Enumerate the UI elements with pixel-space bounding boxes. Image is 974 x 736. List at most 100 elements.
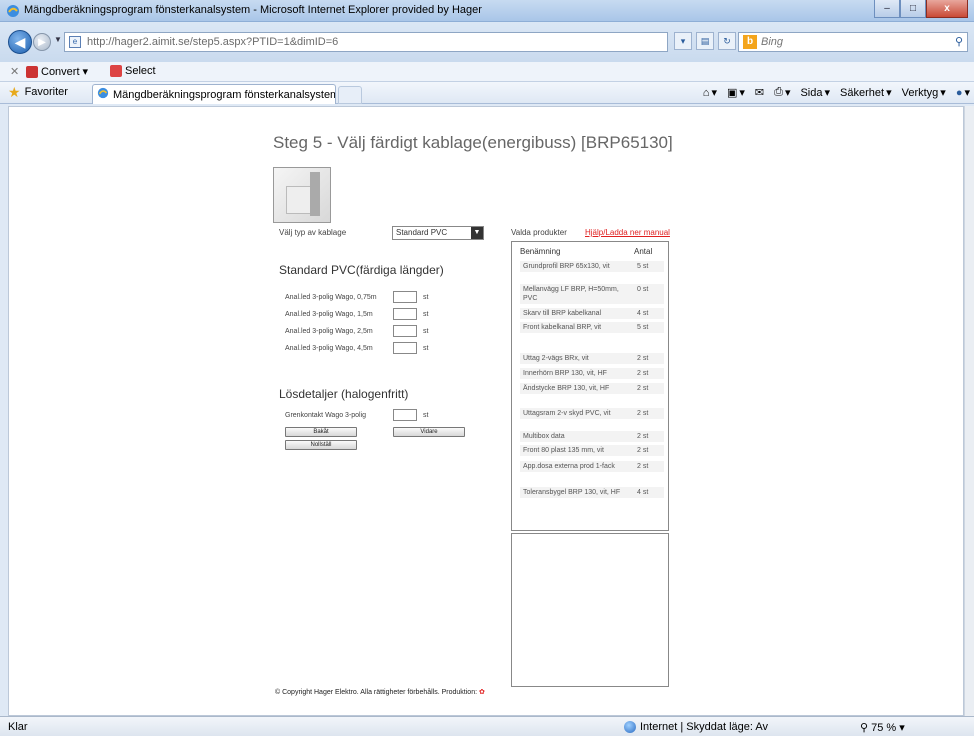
list-item: Front 80 plast 135 mm, vit 2 st [520,445,664,456]
cable-type-value: Standard PVC [396,228,448,237]
help-manual-link[interactable]: Hjälp/Ladda ner manual [585,228,670,237]
list-item-name: Ändstycke BRP 130, vit, HF [523,385,610,392]
new-tab-button[interactable] [338,86,362,104]
print-button[interactable]: ⎙ ▾ [774,86,790,99]
chevron-down-icon[interactable]: ▼ [471,227,483,239]
back-arrow-icon[interactable]: ◀ [8,30,32,54]
dropdown-icon[interactable]: ▾ [674,32,692,50]
minimize-button[interactable]: – [874,0,900,18]
list-item-name: Multibox data [523,433,565,440]
qty-row-label: Anal.led 3-polig Wago, 2,5m [285,327,373,335]
qty-input[interactable] [393,325,417,337]
qty-row: Anal.led 3-polig Wago, 0,75m st [285,291,445,303]
list-item-qty: 2 st [637,410,649,417]
list-item: Skarv till BRP kabelkanal 4 st [520,308,664,319]
list-item-name: Uttag 2-vägs BRx, vit [523,355,589,362]
qty-input[interactable] [393,409,417,421]
list-item: Multibox data 2 st [520,431,664,442]
reset-button[interactable]: Nollställ [285,440,357,450]
forward-arrow-icon[interactable]: ▶ [33,33,51,51]
favorites-button[interactable]: ★ Favoriter [8,85,68,99]
list-item-qty: 2 st [637,463,649,470]
search-box[interactable]: b ⚲ [738,32,968,52]
tab-active[interactable]: Mängdberäkningsprogram fönsterkanalsyste… [92,84,336,104]
qty-row-label: Grenkontakt Wago 3-polig [285,411,367,419]
compatibility-icon[interactable]: ▤ [696,32,714,50]
title-bar: Mängdberäkningsprogram fönsterkanalsyste… [0,0,974,22]
zoom-control[interactable]: ⚲ 75 % ▾ [860,721,905,734]
qty-row-label: Anal.led 3-polig Wago, 4,5m [285,344,373,352]
qty-row: Anal.led 3-polig Wago, 4,5m st [285,342,445,354]
status-bar: Klar Internet | Skyddat läge: Av ⚲ 75 % … [0,716,974,736]
standard-pvc-heading: Standard PVC(färdiga längder) [279,263,444,277]
qty-input[interactable] [393,291,417,303]
list-item: Innerhörn BRP 130, vit, HF 2 st [520,368,664,379]
qty-unit: st [423,310,429,318]
bing-icon: b [743,35,757,49]
list-header: Benämning Antal [520,247,664,256]
search-icon[interactable]: ⚲ [955,35,963,48]
qty-input[interactable] [393,342,417,354]
close-toolbar-icon[interactable]: ✕ [10,65,19,78]
page-viewport: Steg 5 - Välj färdigt kablage(energibuss… [8,106,964,716]
copyright-text: © Copyright Hager Elektro. Alla rättighe… [275,689,478,696]
page-title: Steg 5 - Välj färdigt kablage(energibuss… [273,133,673,152]
back-button[interactable]: Bakåt [285,427,357,437]
qty-row-label: Anal.led 3-polig Wago, 1,5m [285,310,373,318]
select-button[interactable]: Select [110,65,156,77]
tab-title: Mängdberäkningsprogram fönsterkanalsyste… [113,88,336,101]
url-field[interactable]: e http://hager2.aimit.se/step5.aspx?PTID… [64,32,668,52]
next-button[interactable]: Vidare [393,427,465,437]
list-item-qty: 5 st [637,263,649,270]
chevron-down-icon: ▾ [82,66,89,78]
ie-tab-icon [97,87,109,102]
page-icon: e [69,36,81,48]
favorites-label: Favoriter [24,86,68,98]
list-item-name: Innerhörn BRP 130, vit, HF [523,370,607,377]
list-item-name: App.dosa externa prod 1-fack [523,463,615,470]
favorites-bar: ★ Favoriter Mängdberäkningsprogram fönst… [0,82,974,104]
help-icon: ● [955,86,963,99]
product-image [273,167,331,223]
zoom-level: 75 % [871,722,897,734]
security-zone[interactable]: Internet | Skyddat läge: Av [624,721,768,733]
vertical-scrollbar[interactable] [964,106,974,716]
zoom-icon: ⚲ [860,722,869,734]
page-menu-label: Sida [800,86,823,99]
refresh-icon[interactable]: ↻ [718,32,736,50]
close-button[interactable]: x [926,0,968,18]
mail-icon: ✉ [754,87,765,99]
qty-row: Anal.led 3-polig Wago, 2,5m st [285,325,445,337]
history-dropdown-icon[interactable]: ▼ [54,35,62,44]
list-item-name: Uttagsram 2-v skyd PVC, vit [523,410,611,417]
safety-menu[interactable]: Säkerhet ▾ [840,86,892,100]
list-header-qty: Antal [634,247,653,256]
feeds-button[interactable]: ▣ ▾ [727,86,745,99]
search-input[interactable] [761,35,931,49]
help-button[interactable]: ● ▾ [955,86,970,100]
feeds-icon: ▣ [726,87,738,99]
tools-menu[interactable]: Verktyg ▾ [902,86,946,100]
mail-button[interactable]: ✉ [755,86,764,99]
home-button[interactable]: ⌂ ▾ [703,86,717,100]
status-text: Klar [8,721,28,733]
list-item: Grundprofil BRP 65x130, vit 5 st [520,261,664,272]
list-item-name: Skarv till BRP kabelkanal [523,310,602,317]
list-item-qty: 4 st [637,489,649,496]
list-item: App.dosa externa prod 1-fack 2 st [520,461,664,472]
page-menu[interactable]: Sida ▾ [800,86,830,100]
list-item-qty: 2 st [637,355,649,362]
maximize-button[interactable]: □ [900,0,926,18]
list-item: Front kabelkanal BRP, vit 5 st [520,322,664,333]
selected-products-label: Valda produkter [511,228,567,237]
qty-unit: st [423,327,429,335]
cable-type-select[interactable]: Standard PVC ▼ [392,226,484,240]
product-image-profile [310,172,320,216]
qty-input[interactable] [393,308,417,320]
url-text[interactable]: http://hager2.aimit.se/step5.aspx?PTID=1… [87,36,338,48]
select-label: Select [125,65,156,77]
list-item-name: Toleransbygel BRP 130, vit, HF [523,489,621,496]
convert-button[interactable]: Convert ▾ [26,65,88,78]
production-logo-icon[interactable]: ✿ [479,689,485,696]
selected-products-list: Benämning Antal Grundprofil BRP 65x130, … [511,241,669,531]
